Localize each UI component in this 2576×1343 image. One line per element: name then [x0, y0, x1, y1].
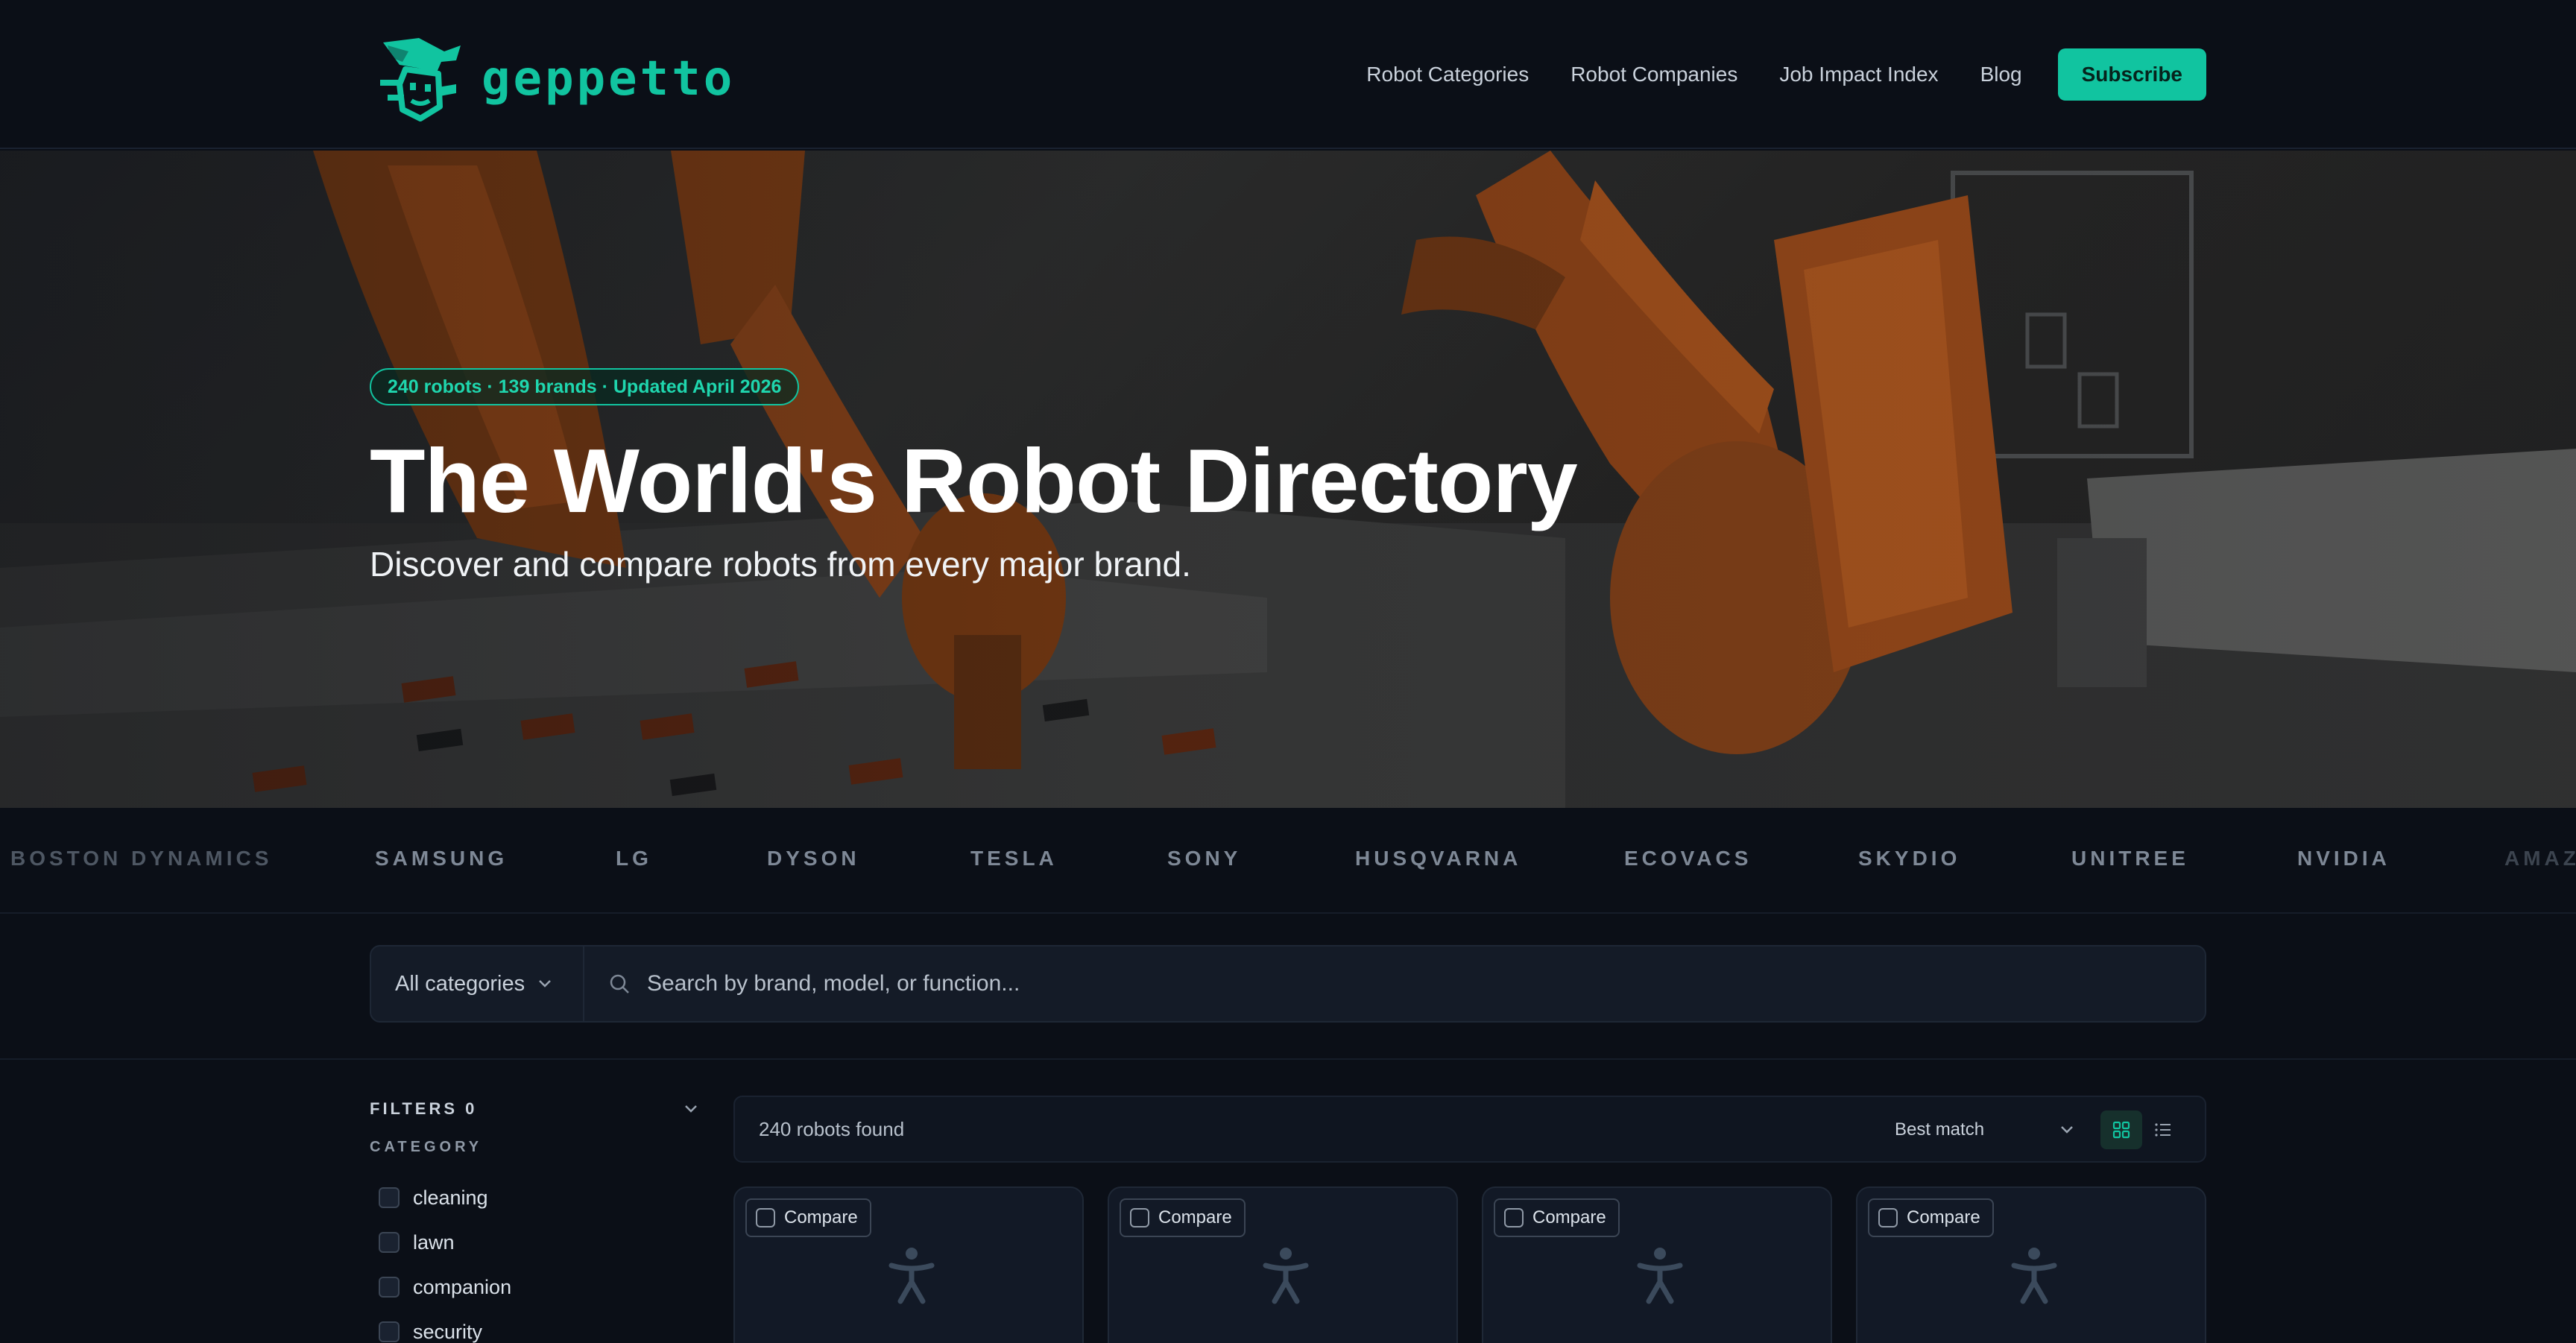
robot-figure-icon — [1637, 1248, 1683, 1304]
brand-logo-tesla[interactable]: TESLA — [970, 847, 1058, 870]
robot-figure-icon — [888, 1248, 935, 1304]
category-filter-cleaning[interactable]: cleaning — [370, 1175, 698, 1220]
search-field — [584, 947, 2205, 1021]
brand-logo-husqvarna[interactable]: HUSQVARNA — [1355, 847, 1521, 870]
results-toolbar: 240 robots found Best match — [733, 1096, 2206, 1163]
filters-header[interactable]: FILTERS 0 — [370, 1096, 698, 1122]
checkbox[interactable] — [1504, 1208, 1524, 1227]
list-view-button[interactable] — [2142, 1110, 2184, 1149]
brand-logo-samsung[interactable]: SAMSUNG — [375, 847, 508, 870]
compare-label: Compare — [1532, 1207, 1606, 1227]
hero-subtitle: Discover and compare robots from every m… — [370, 545, 1191, 584]
checkbox[interactable] — [379, 1232, 400, 1253]
view-toggle — [2100, 1110, 2184, 1149]
chevron-down-icon — [539, 980, 551, 987]
compare-toggle[interactable]: Compare — [745, 1198, 871, 1237]
checkbox[interactable] — [1878, 1208, 1898, 1227]
sort-dropdown-label: Best match — [1895, 1119, 1985, 1140]
sort-dropdown[interactable]: Best match — [1895, 1112, 2077, 1148]
brand-logo-amazon[interactable]: AMAZON — [2504, 847, 2576, 870]
compare-toggle[interactable]: Compare — [1120, 1198, 1246, 1237]
category-dropdown[interactable]: All categories — [371, 947, 584, 1021]
checkbox[interactable] — [379, 1321, 400, 1342]
category-filter-label: lawn — [413, 1230, 455, 1254]
nav-link-robot-categories[interactable]: Robot Categories — [1366, 63, 1529, 86]
list-icon — [2155, 1123, 2171, 1137]
compare-label: Compare — [1907, 1207, 1980, 1227]
nav-link-robot-companies[interactable]: Robot Companies — [1570, 63, 1737, 86]
subscribe-button[interactable]: Subscribe — [2057, 48, 2206, 101]
brand-logo-lg[interactable]: LG — [616, 847, 652, 870]
brand-logo-sony[interactable]: SONY — [1167, 847, 1241, 870]
brand-logo-unitree[interactable]: UNITREE — [2071, 847, 2189, 870]
compare-toggle[interactable]: Compare — [1868, 1198, 1994, 1237]
brand-logo-ecovacs[interactable]: ECOVACS — [1624, 847, 1752, 870]
compare-toggle[interactable]: Compare — [1494, 1198, 1620, 1237]
page-title: The World's Robot Directory — [370, 430, 1578, 531]
category-section-label: CATEGORY — [370, 1139, 483, 1155]
results-count: 240 robots found — [759, 1118, 905, 1140]
filters-panel: FILTERS 0 CATEGORY cleaning lawn compani… — [370, 1096, 698, 1343]
hero-content: 240 robots · 139 brands · Updated April … — [370, 368, 1860, 584]
category-filter-companion[interactable]: companion — [370, 1265, 698, 1309]
grid-icon — [2112, 1121, 2130, 1139]
checkbox[interactable] — [379, 1187, 400, 1208]
category-filter-security[interactable]: security — [370, 1309, 698, 1343]
brand-marquee: BOSTON DYNAMICS SAMSUNG LG DYSON TESLA S… — [0, 808, 2576, 914]
nav-links: Robot Categories Robot Companies Job Imp… — [1366, 48, 2206, 101]
search-section: All categories — [0, 914, 2576, 1060]
category-filter-lawn[interactable]: lawn — [370, 1220, 698, 1265]
category-filter-label: companion — [413, 1275, 512, 1298]
robot-card-grid: Compare Compare Compare Compare — [733, 1186, 2206, 1343]
robot-card[interactable]: Compare — [1482, 1186, 1832, 1343]
compare-label: Compare — [1158, 1207, 1232, 1227]
chevron-down-icon — [685, 1105, 697, 1113]
stats-badge: 240 robots · 139 brands · Updated April … — [370, 368, 800, 405]
brand-logo-boston-dynamics[interactable]: BOSTON DYNAMICS — [10, 847, 272, 870]
robot-card[interactable]: Compare — [1856, 1186, 2206, 1343]
checkbox[interactable] — [756, 1208, 775, 1227]
search-icon — [610, 974, 629, 993]
hero-banner: 240 robots · 139 brands · Updated April … — [0, 151, 2576, 808]
logo-wordmark: geppetto — [482, 51, 736, 107]
robot-card[interactable]: Compare — [1108, 1186, 1458, 1343]
nav-link-blog[interactable]: Blog — [1980, 63, 2022, 86]
compare-label: Compare — [784, 1207, 858, 1227]
category-dropdown-label: All categories — [395, 971, 525, 996]
category-filter-label: cleaning — [413, 1186, 488, 1209]
geppetto-logo[interactable]: geppetto — [373, 34, 735, 124]
brand-logo-skydio[interactable]: SKYDIO — [1858, 847, 1960, 870]
filters-title: FILTERS 0 — [370, 1099, 478, 1118]
search-input[interactable] — [647, 961, 2205, 1006]
geppetto-logo-icon — [380, 38, 461, 121]
robot-figure-icon — [2011, 1248, 2057, 1304]
top-nav: geppetto Robot Categories Robot Companie… — [0, 0, 2576, 149]
checkbox[interactable] — [379, 1277, 400, 1298]
robot-card[interactable]: Compare — [733, 1186, 1084, 1343]
checkbox[interactable] — [1130, 1208, 1149, 1227]
brand-logo-nvidia[interactable]: NVIDIA — [2297, 847, 2390, 870]
chevron-down-icon — [2061, 1126, 2073, 1134]
nav-link-job-impact-index[interactable]: Job Impact Index — [1779, 63, 1938, 86]
category-filter-label: security — [413, 1320, 483, 1343]
category-filter-list: cleaning lawn companion security — [370, 1175, 698, 1343]
brand-logo-dyson[interactable]: DYSON — [767, 847, 860, 870]
robot-figure-icon — [1263, 1248, 1309, 1304]
grid-view-button[interactable] — [2100, 1110, 2142, 1149]
search-bar: All categories — [370, 945, 2206, 1023]
